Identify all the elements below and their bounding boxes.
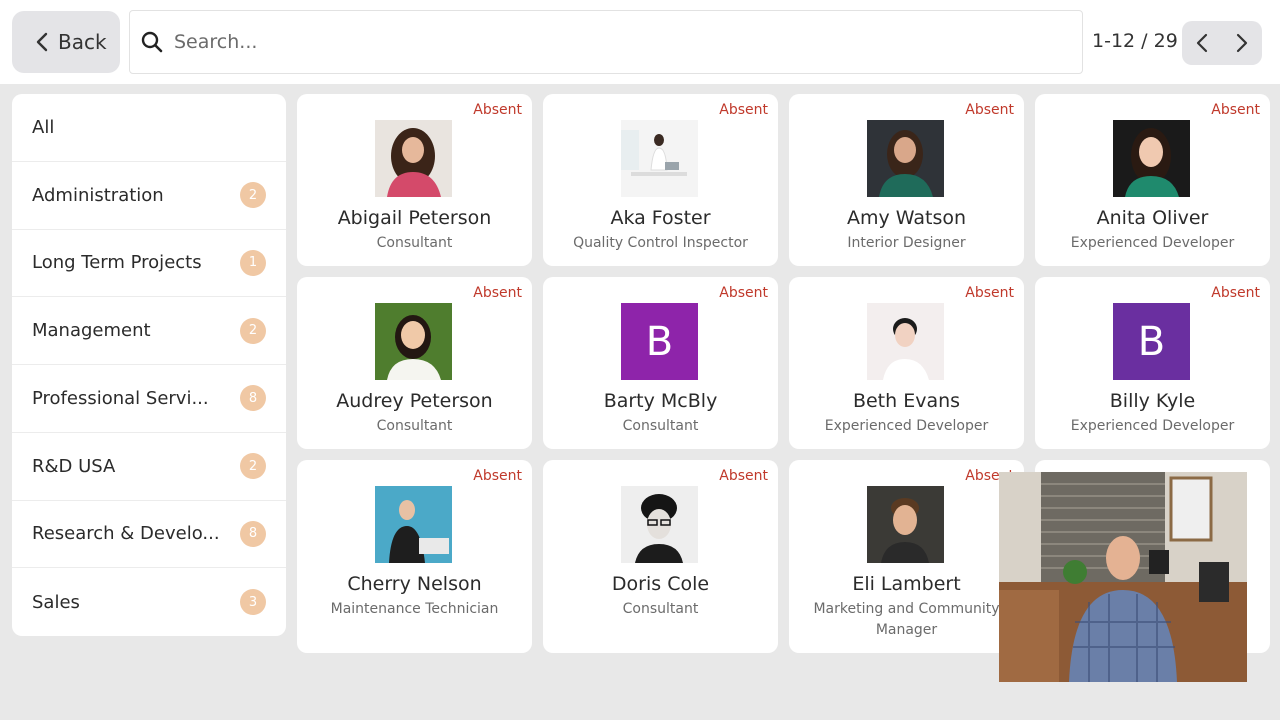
employee-name: Doris Cole — [611, 573, 710, 595]
sidebar-item-all[interactable]: All — [12, 94, 286, 162]
employee-card[interactable]: Absent Anita Oliver Experienced Develope… — [1035, 94, 1270, 266]
employee-job-title: Maintenance Technician — [330, 601, 499, 617]
avatar-initial: B — [621, 303, 698, 380]
employee-job-title: Experienced Developer — [1070, 235, 1235, 251]
count-badge: 8 — [240, 385, 266, 412]
employee-job-title: Consultant — [376, 418, 453, 434]
employee-card[interactable]: Absent Abigail Peterson Consultant — [297, 94, 532, 266]
avatar — [1113, 120, 1190, 197]
employee-name: Cherry Nelson — [347, 573, 482, 595]
count-badge: 1 — [240, 249, 266, 276]
employee-job-title: Interior Designer — [847, 235, 966, 251]
employee-job-title: Consultant — [622, 601, 699, 617]
sidebar-item-research-development[interactable]: Research & Develo... 8 — [12, 501, 286, 569]
employee-name: Abigail Peterson — [337, 207, 492, 229]
search-bar — [129, 10, 1083, 74]
employee-name: Aka Foster — [610, 207, 711, 229]
sidebar-item-label: Long Term Projects — [32, 252, 202, 274]
status-badge: Absent — [719, 102, 768, 118]
avatar — [375, 303, 452, 380]
employee-card[interactable]: Absent Beth Evans Experienced Developer — [789, 277, 1024, 449]
employee-job-title: Quality Control Inspector — [573, 235, 748, 251]
employee-card[interactable]: Absent Aka Foster Quality Control Inspec… — [543, 94, 778, 266]
presenter-video-overlay — [999, 472, 1247, 682]
employee-name: Eli Lambert — [852, 573, 961, 595]
sidebar-item-rd-usa[interactable]: R&D USA 2 — [12, 433, 286, 501]
employee-card[interactable]: Absent Cherry Nelson Maintenance Technic… — [297, 460, 532, 653]
sidebar-item-label: Professional Servi... — [32, 387, 209, 409]
status-badge: Absent — [965, 285, 1014, 301]
back-button[interactable]: Back — [12, 11, 120, 73]
sidebar-item-label: Sales — [32, 591, 80, 613]
employee-card[interactable]: Absent Doris Cole Consultant — [543, 460, 778, 653]
avatar — [867, 120, 944, 197]
search-input[interactable] — [174, 31, 1054, 53]
employee-card[interactable]: Absent Eli Lambert Marketing and Communi… — [789, 460, 1024, 653]
employee-card[interactable]: Absent Audrey Peterson Consultant — [297, 277, 532, 449]
avatar — [621, 120, 698, 197]
pager-range: 1-12 / 29 — [1092, 30, 1178, 52]
chevron-left-icon — [36, 32, 48, 52]
avatar — [867, 486, 944, 563]
chevron-left-icon — [1196, 33, 1208, 53]
employee-name: Barty McBly — [603, 390, 718, 412]
status-badge: Absent — [1211, 285, 1260, 301]
employee-name: Amy Watson — [846, 207, 967, 229]
sidebar-item-management[interactable]: Management 2 — [12, 297, 286, 365]
employee-name: Audrey Peterson — [336, 390, 493, 412]
department-sidebar: All Administration 2 Long Term Projects … — [12, 94, 286, 636]
avatar — [375, 120, 452, 197]
count-badge: 8 — [240, 520, 266, 547]
employee-name: Billy Kyle — [1109, 390, 1196, 412]
avatar-initial: B — [1113, 303, 1190, 380]
chevron-right-icon — [1236, 33, 1248, 53]
employee-name: Anita Oliver — [1096, 207, 1209, 229]
avatar — [375, 486, 452, 563]
employee-card[interactable]: Absent B Barty McBly Consultant — [543, 277, 778, 449]
sidebar-item-label: R&D USA — [32, 455, 116, 477]
avatar-monogram: B — [1113, 303, 1190, 380]
sidebar-item-long-term-projects[interactable]: Long Term Projects 1 — [12, 230, 286, 298]
back-label: Back — [58, 30, 107, 54]
sidebar-item-sales[interactable]: Sales 3 — [12, 568, 286, 636]
sidebar-item-label: Research & Develo... — [32, 523, 220, 545]
employee-name: Beth Evans — [852, 390, 961, 412]
status-badge: Absent — [719, 468, 768, 484]
status-badge: Absent — [473, 102, 522, 118]
sidebar-item-label: Administration — [32, 184, 164, 206]
employee-job-title: Experienced Developer — [824, 418, 989, 434]
employee-card[interactable]: Absent B Billy Kyle Experienced Develope… — [1035, 277, 1270, 449]
previous-page-button[interactable] — [1182, 21, 1222, 65]
count-badge: 2 — [240, 317, 266, 344]
top-bar: Back 1-12 / 29 — [0, 0, 1280, 84]
avatar — [621, 486, 698, 563]
sidebar-item-administration[interactable]: Administration 2 — [12, 162, 286, 230]
sidebar-item-professional-services[interactable]: Professional Servi... 8 — [12, 365, 286, 433]
avatar — [867, 303, 944, 380]
avatar-monogram: B — [621, 303, 698, 380]
status-badge: Absent — [473, 468, 522, 484]
status-badge: Absent — [965, 102, 1014, 118]
employee-job-title: Experienced Developer — [1070, 418, 1235, 434]
employee-job-title: Marketing and Community Manager — [813, 601, 1000, 638]
employee-card[interactable]: Absent Amy Watson Interior Designer — [789, 94, 1024, 266]
pager-buttons — [1182, 21, 1262, 65]
employee-job-title: Consultant — [622, 418, 699, 434]
status-badge: Absent — [473, 285, 522, 301]
sidebar-item-label: All — [32, 116, 55, 138]
count-badge: 2 — [240, 453, 266, 480]
status-badge: Absent — [719, 285, 768, 301]
employee-job-title: Consultant — [376, 235, 453, 251]
sidebar-item-label: Management — [32, 320, 151, 342]
search-icon — [141, 31, 163, 53]
status-badge: Absent — [1211, 102, 1260, 118]
count-badge: 2 — [240, 182, 266, 209]
count-badge: 3 — [240, 589, 266, 616]
next-page-button[interactable] — [1222, 21, 1262, 65]
